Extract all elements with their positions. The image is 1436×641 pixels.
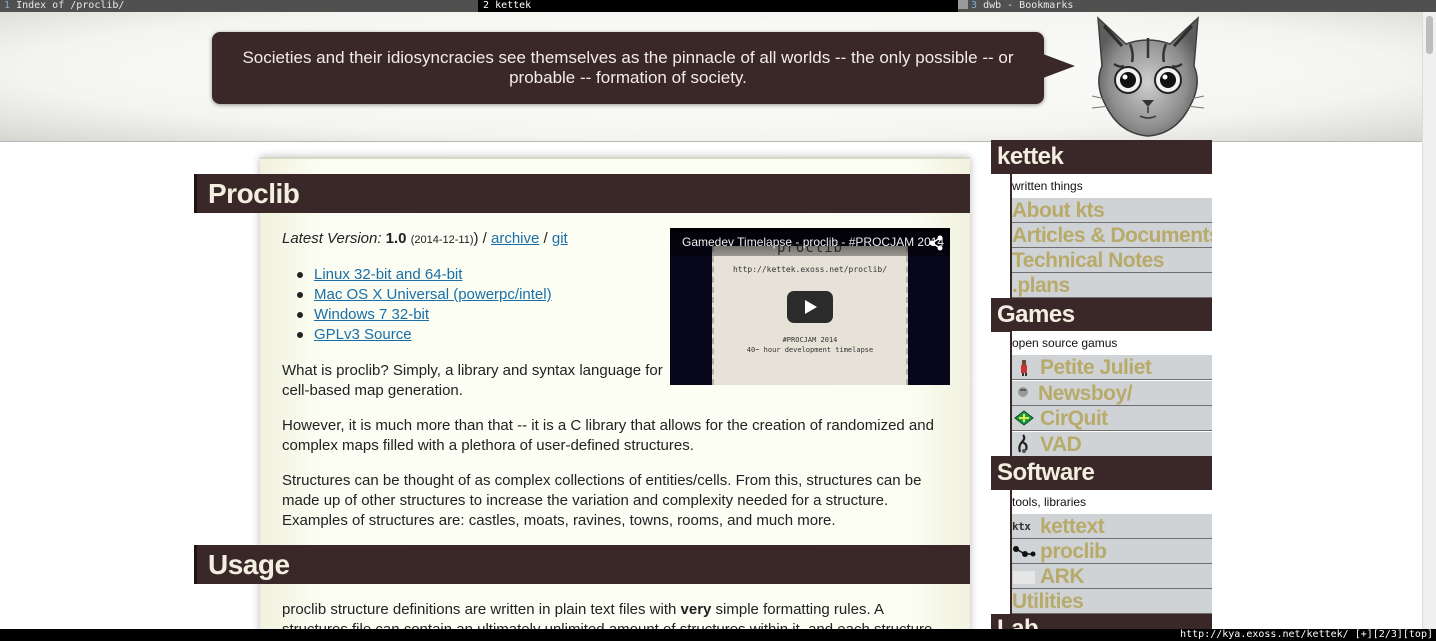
favicon-icon — [958, 0, 968, 9]
cirquit-icon — [1014, 410, 1034, 426]
site-header: Societies and their idiosyncracies see t… — [0, 12, 1422, 142]
intro-paragraph: What is proclib? Simply, a library and s… — [282, 362, 663, 399]
download-item: Linux 32-bit and 64-bit — [296, 265, 552, 285]
video-frame-jam: #PROCJAM 2014 — [782, 336, 838, 344]
sidebar-item-newsboy[interactable]: Newsboy/ — [1012, 381, 1212, 406]
sidebar-item-vad[interactable]: VAD — [1012, 432, 1212, 457]
structures-paragraph: Structures can be thought of as complex … — [282, 472, 922, 529]
tab-kettek[interactable]: 2 kettek — [478, 0, 958, 12]
version-date: (2014-12-11) — [410, 234, 474, 246]
sidebar-item-ark[interactable]: ARK — [1012, 564, 1212, 589]
archive-link[interactable]: archive — [491, 230, 539, 247]
usage-emphasis: very — [680, 601, 712, 618]
sidebar-item-cirquit[interactable]: CirQuit — [1012, 406, 1212, 431]
download-list: Linux 32-bit and 64-bit Mac OS X Univers… — [296, 265, 552, 345]
section-heading-usage: Usage — [194, 545, 970, 584]
download-item: Mac OS X Universal (powerpc/intel) — [296, 285, 552, 305]
play-button[interactable] — [787, 291, 833, 323]
quote-bubble: Societies and their idiosyncracies see t… — [212, 32, 1044, 104]
video-title[interactable]: Gamedev Timelapse - proclib - #PROCJAM 2… — [670, 228, 950, 256]
sidebar-item-label: CirQuit — [1040, 407, 1108, 430]
version-line: Latest Version: 1.0 (2014-12-11)) / arch… — [282, 229, 568, 250]
sidebar-item-about-kts[interactable]: About kts — [1012, 198, 1212, 223]
sidebar-item-kettext[interactable]: ktx kettext — [1012, 514, 1212, 539]
sidebar-item-technical-notes[interactable]: Technical Notes — [1012, 248, 1212, 273]
tab-title: Index of /proclib/ — [16, 0, 125, 11]
sidebar-item-label: kettext — [1040, 515, 1105, 538]
tab-bar: 1 Index of /proclib/ 2 kettek 3 dwb - Bo… — [0, 0, 1436, 12]
sidebar-heading-software[interactable]: Software — [991, 456, 1212, 490]
separator: ) / — [473, 230, 491, 247]
tab-title: kettek — [495, 0, 532, 11]
sidebar-heading-games[interactable]: Games — [991, 298, 1212, 332]
sidebar-item-proclib[interactable]: proclib — [1012, 539, 1212, 564]
download-item: GPLv3 Source — [296, 325, 552, 345]
vertical-scrollbar[interactable] — [1422, 12, 1436, 629]
video-frame-subtitle: 40~ hour development timelapse — [746, 346, 874, 354]
sidebar-item-label: VAD — [1040, 433, 1082, 456]
tab-title: dwb - Bookmarks — [983, 0, 1074, 11]
download-windows-link[interactable]: Windows 7 32-bit — [314, 306, 429, 323]
download-item: Windows 7 32-bit — [296, 305, 552, 325]
kettext-icon: ktx — [1012, 520, 1032, 533]
tab-number: 1 — [4, 0, 11, 11]
scrollbar-thumb[interactable] — [1426, 16, 1433, 54]
tab-number: 2 — [483, 0, 490, 11]
share-icon[interactable] — [928, 235, 944, 251]
sidebar-item-label: Newsboy/ — [1038, 382, 1133, 405]
usage-text: proclib structure definitions are writte… — [282, 601, 681, 618]
sidebar-item-petite-juliet[interactable]: Petite Juliet — [1012, 355, 1212, 380]
section-heading-proclib: Proclib — [194, 174, 970, 213]
sidebar-heading-lab[interactable]: Lab — [991, 614, 1212, 629]
tab-number: 3 — [971, 0, 978, 11]
svg-text:ktx: ktx — [1012, 520, 1031, 533]
version-label: Latest Version: — [282, 230, 382, 247]
sidebar-item-label: ARK — [1040, 565, 1085, 588]
tab-index-proclib[interactable]: 1 Index of /proclib/ — [0, 0, 478, 12]
sidebar-item-label: Petite Juliet — [1040, 356, 1152, 379]
sidebar-item-articles[interactable]: Articles & Documents — [1012, 223, 1212, 248]
video-embed[interactable]: proclib http://kettek.exoss.net/proclib/… — [670, 228, 950, 385]
status-bar: http://kya.exoss.net/kettek/ [+][2/3][to… — [0, 629, 1436, 641]
status-state: [+][2/3][top] — [1354, 629, 1433, 640]
sidebar-desc-games: open source gamus — [1012, 331, 1212, 355]
version-number: 1.0 — [385, 230, 407, 247]
sidebar-heading-kettek[interactable]: kettek — [991, 140, 1212, 174]
download-linux-link[interactable]: Linux 32-bit and 64-bit — [314, 266, 462, 283]
sidebar-desc-kettek: written things — [1012, 174, 1212, 198]
petite-juliet-icon — [1021, 360, 1027, 376]
separator: / — [539, 230, 552, 247]
video-frame-caption: #PROCJAM 2014 40~ hour development timel… — [714, 335, 906, 355]
status-url: http://kya.exoss.net/kettek/ — [1180, 629, 1349, 640]
vad-icon — [1018, 434, 1028, 453]
download-macosx-link[interactable]: Mac OS X Universal (powerpc/intel) — [314, 286, 552, 303]
sidebar-desc-software: tools, libraries — [1012, 490, 1212, 514]
video-frame-url: http://kettek.exoss.net/proclib/ — [732, 265, 888, 274]
tab-dwb-bookmarks[interactable]: 3 dwb - Bookmarks — [958, 0, 1436, 12]
kitten-logo-icon[interactable] — [1090, 14, 1206, 138]
git-link[interactable]: git — [552, 230, 568, 247]
newsboy-icon — [1018, 387, 1028, 397]
download-source-link[interactable]: GPLv3 Source — [314, 326, 412, 343]
speech-bubble-tail — [1043, 54, 1075, 78]
sidebar-item-utilities[interactable]: Utilities — [1012, 589, 1212, 614]
quote-text: Societies and their idiosyncracies see t… — [242, 48, 1014, 87]
proclib-icon — [1013, 546, 1036, 557]
sidebar-item-plans[interactable]: .plans — [1012, 273, 1212, 298]
description-paragraph: However, it is much more than that -- it… — [282, 417, 934, 454]
ark-icon — [1013, 571, 1035, 584]
sidebar-item-label: proclib — [1040, 540, 1107, 563]
